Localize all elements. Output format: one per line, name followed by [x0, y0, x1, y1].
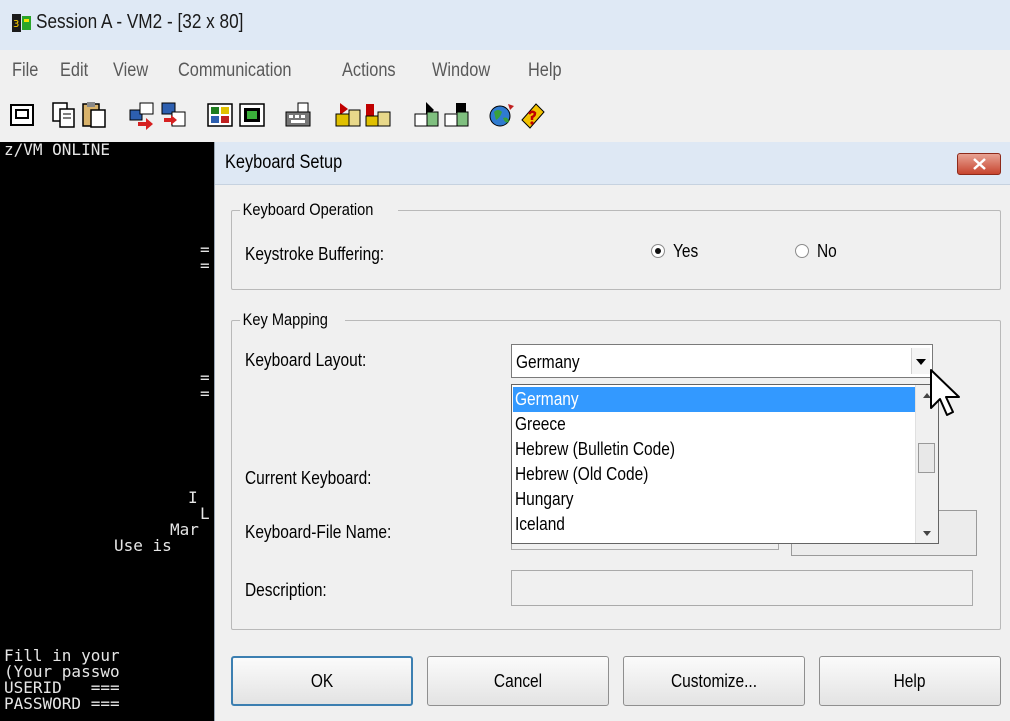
- terminal-line: =: [200, 256, 210, 275]
- cancel-button[interactable]: Cancel: [427, 656, 609, 706]
- menu-communication[interactable]: Communication: [178, 60, 292, 82]
- receive-icon[interactable]: [160, 100, 188, 130]
- scroll-thumb[interactable]: [918, 443, 935, 473]
- keystroke-buffering-label: Keystroke Buffering:: [245, 244, 385, 264]
- globe-icon[interactable]: [488, 100, 516, 130]
- color-icon[interactable]: [206, 100, 234, 130]
- help-icon[interactable]: [518, 100, 546, 130]
- current-keyboard-label: Current Keyboard:: [245, 468, 372, 488]
- layout-option-germany[interactable]: Germany: [513, 387, 915, 412]
- macro-record-icon[interactable]: [334, 100, 362, 130]
- keyboard-layout-select[interactable]: Germany: [511, 344, 933, 378]
- customize-button[interactable]: Customize...: [623, 656, 805, 706]
- menu-edit[interactable]: Edit: [60, 60, 88, 82]
- dialog-titlebar: Keyboard Setup: [215, 142, 1010, 185]
- buffering-no-radio[interactable]: [795, 244, 809, 258]
- layout-option-iceland[interactable]: Iceland: [513, 512, 915, 537]
- print-icon[interactable]: [238, 100, 266, 130]
- transfer-icon[interactable]: [412, 100, 440, 130]
- terminal-line: =: [200, 384, 210, 403]
- scroll-down-icon[interactable]: [916, 523, 938, 543]
- buffering-yes-radio[interactable]: [651, 244, 665, 258]
- keyboard-layout-label: Keyboard Layout:: [245, 350, 367, 370]
- description-field[interactable]: [511, 570, 973, 606]
- buffering-no-label[interactable]: No: [817, 241, 837, 262]
- keyboard-layout-dropdown[interactable]: Germany Greece Hebrew (Bulletin Code) He…: [511, 384, 939, 544]
- layout-option-hebrew-bulletin[interactable]: Hebrew (Bulletin Code): [513, 437, 915, 462]
- display-icon[interactable]: [8, 100, 36, 130]
- dialog-title: Keyboard Setup: [225, 152, 343, 173]
- keyboard-setup-dialog: Keyboard Setup Keyboard Operation Keystr…: [214, 142, 1010, 721]
- menu-actions[interactable]: Actions: [342, 60, 396, 82]
- keyboard-operation-legend: Keyboard Operation: [242, 200, 374, 219]
- key-mapping-legend: Key Mapping: [242, 310, 328, 329]
- menu-help[interactable]: Help: [528, 60, 562, 82]
- app-icon: 3: [12, 14, 31, 32]
- mouse-cursor-icon: [930, 369, 960, 416]
- terminal-line: Use is: [114, 536, 172, 555]
- terminal-line: I: [188, 488, 198, 507]
- toolbar: [0, 92, 1010, 143]
- terminal-line: z/VM ONLINE: [4, 140, 110, 159]
- layout-option-greece[interactable]: Greece: [513, 412, 915, 437]
- menu-bar: File Edit View Communication Actions Win…: [0, 50, 1010, 92]
- help-button[interactable]: Help: [819, 656, 1001, 706]
- layout-option-hungary[interactable]: Hungary: [513, 487, 915, 512]
- menu-file[interactable]: File: [12, 60, 38, 82]
- keyboard-icon[interactable]: [284, 100, 312, 130]
- menu-window[interactable]: Window: [432, 60, 490, 82]
- buffering-yes-label[interactable]: Yes: [673, 241, 698, 262]
- window-titlebar: 3 Session A - VM2 - [32 x 80]: [0, 0, 1010, 51]
- transfer-alt-icon[interactable]: [442, 100, 470, 130]
- paste-icon[interactable]: [80, 100, 108, 130]
- terminal-line: PASSWORD ===: [4, 694, 120, 713]
- window-title: Session A - VM2 - [32 x 80]: [36, 11, 244, 33]
- ok-button[interactable]: OK: [231, 656, 413, 706]
- menu-view[interactable]: View: [113, 60, 148, 82]
- copy-icon[interactable]: [50, 100, 78, 130]
- terminal-line: L: [200, 504, 210, 523]
- close-icon: [973, 158, 986, 170]
- keyboard-layout-value: Germany: [516, 352, 580, 372]
- svg-text:3: 3: [13, 19, 19, 30]
- send-icon[interactable]: [128, 100, 156, 130]
- terminal-line: Mar: [170, 520, 199, 539]
- chevron-down-icon[interactable]: [911, 348, 930, 374]
- close-button[interactable]: [957, 153, 1001, 175]
- description-label: Description:: [245, 580, 327, 600]
- keyboard-file-name-label: Keyboard-File Name:: [245, 522, 392, 542]
- layout-option-hebrew-old[interactable]: Hebrew (Old Code): [513, 462, 915, 487]
- macro-play-icon[interactable]: [364, 100, 392, 130]
